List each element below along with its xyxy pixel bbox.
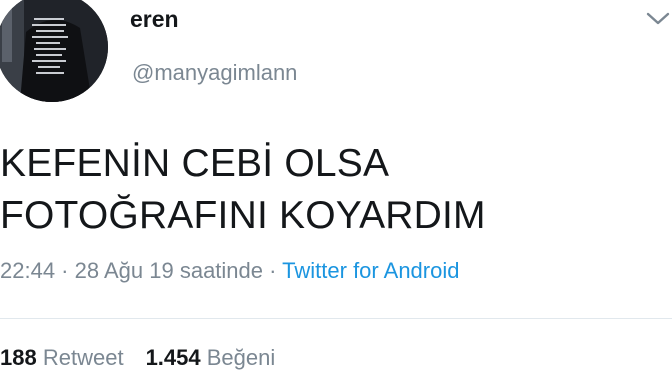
meta-separator: · [55,258,75,283]
tweet-text-line: FOTOĞRAFINI KOYARDIM [0,194,486,237]
avatar[interactable] [0,0,108,102]
user-handle[interactable]: @manyagimlann [132,60,297,86]
chevron-down-icon[interactable] [644,8,672,30]
likes-count: 1.454 [145,345,201,370]
tweet-source-link[interactable]: Twitter for Android [282,258,459,283]
display-name[interactable]: eren [130,6,179,33]
retweets-label: Retweet [42,345,124,370]
tweet-meta: 22:44 · 28 Ağu 19 saatinde · Twitter for… [0,258,459,284]
meta-separator: · [263,258,283,283]
likes-stat[interactable]: 1.454 Beğeni [146,345,276,370]
divider [0,318,672,319]
retweets-stat[interactable]: 188 Retweet [0,345,124,370]
tweet-text: KEFENİN CEBİ OLSA FOTOĞRAFINI KOYARDIM [0,138,660,242]
tweet-date[interactable]: 28 Ağu 19 saatinde [75,258,263,283]
tweet-stats: 188 Retweet 1.454 Beğeni [0,345,275,371]
tweet-card: eren @manyagimlann KEFENİN CEBİ OLSA FOT… [0,0,672,378]
tweet-time[interactable]: 22:44 [0,258,55,283]
retweets-count: 188 [0,345,37,370]
likes-label: Beğeni [206,345,276,370]
tweet-text-line: KEFENİN CEBİ OLSA [0,142,390,185]
avatar-image [0,0,108,102]
